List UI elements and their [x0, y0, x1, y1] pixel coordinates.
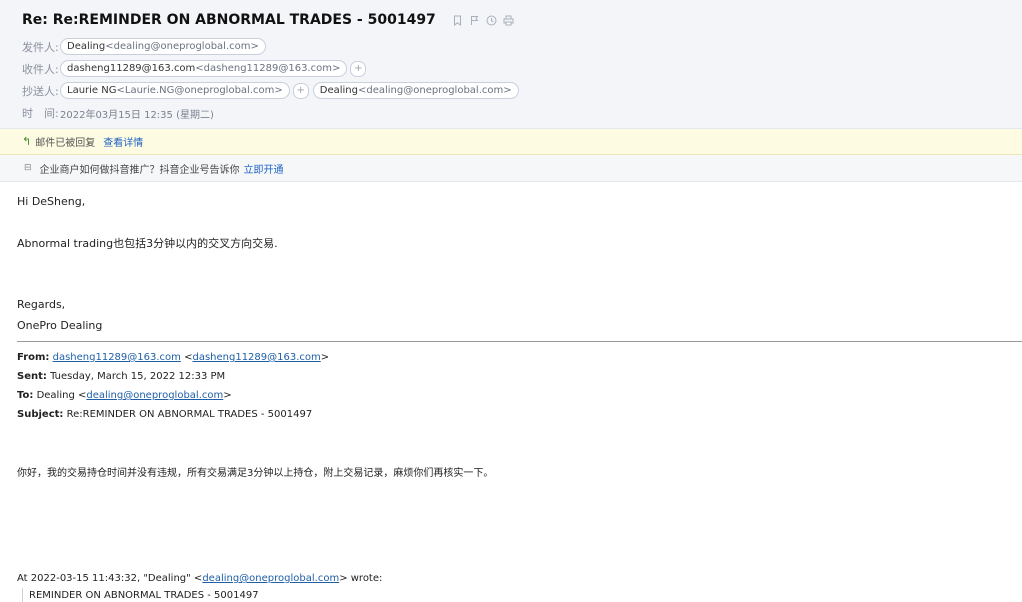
quoted-to: To: Dealing <dealing@oneproglobal.com>: [17, 390, 232, 401]
wrote-email-link[interactable]: dealing@oneproglobal.com: [202, 573, 339, 584]
to-row: 收件人: dasheng11289@163.com <dasheng11289@1…: [22, 60, 370, 77]
add-cc-button[interactable]: +: [292, 82, 309, 99]
mail-header: Re: Re:REMINDER ON ABNORMAL TRADES - 500…: [0, 0, 1022, 129]
promo-bar: ⊟ 企业商户如何做抖音推广？抖音企业号告诉你 立即开通: [0, 155, 1022, 182]
regards: Regards,: [17, 298, 66, 311]
cc-label: 抄送人:: [22, 84, 59, 98]
quoted-message: 你好，我的交易持仓时间并没有违规，所有交易满足3分钟以上持仓，附上交易记录，麻烦…: [17, 468, 494, 479]
time-row: 时 间: 2022年03月15日 12:35 (星期二): [22, 105, 214, 121]
to-label: 收件人:: [22, 62, 59, 76]
subject-text: Re: Re:REMINDER ON ABNORMAL TRADES - 500…: [22, 12, 436, 28]
cc-row: 抄送人: Laurie NG <Laurie.NG@oneproglobal.co…: [22, 82, 522, 99]
reply-arrow-icon: ↰: [22, 135, 32, 148]
replied-notice: ↰ 邮件已被回复 查看详情: [0, 129, 1022, 155]
cc-chip-laurie[interactable]: Laurie NG <Laurie.NG@oneproglobal.com>: [60, 82, 290, 99]
recipient-chip[interactable]: dasheng11289@163.com <dasheng11289@163.co…: [60, 60, 348, 77]
from-label: 发件人:: [22, 40, 59, 54]
from-row: 发件人: Dealing <dealing@oneproglobal.com>: [22, 38, 269, 55]
promo-text: 企业商户如何做抖音推广？抖音企业号告诉你: [39, 164, 240, 176]
sent-time: 2022年03月15日 12:35 (星期二): [60, 109, 214, 121]
replied-text: 邮件已被回复: [35, 138, 96, 149]
add-recipient-button[interactable]: +: [350, 60, 367, 77]
quote-separator: [17, 341, 1022, 342]
quoted-from-email-link[interactable]: dasheng11289@163.com: [192, 352, 320, 363]
quoted-from-link[interactable]: dasheng11289@163.com: [53, 352, 181, 363]
subject-actions: [452, 15, 514, 26]
sender-chip[interactable]: Dealing <dealing@oneproglobal.com>: [60, 38, 266, 55]
body-line: Abnormal trading也包括3分钟以内的交叉方向交易.: [17, 237, 278, 250]
quoted-wrote-line: At 2022-03-15 11:43:32, "Dealing" <deali…: [17, 573, 383, 584]
view-details-link[interactable]: 查看详情: [103, 134, 143, 149]
print-icon[interactable]: [503, 15, 514, 26]
promo-link[interactable]: 立即开通: [244, 161, 284, 176]
quoted-reminder-title: REMINDER ON ABNORMAL TRADES - 5001497: [29, 590, 259, 601]
greeting: Hi DeSheng,: [17, 195, 86, 208]
megaphone-icon: ⊟: [24, 163, 32, 173]
cc-chip-dealing[interactable]: Dealing <dealing@oneproglobal.com>: [312, 82, 519, 99]
quoted-from: From: dasheng11289@163.com <dasheng11289…: [17, 352, 330, 363]
flag-icon[interactable]: [469, 15, 480, 26]
mail-subject: Re: Re:REMINDER ON ABNORMAL TRADES - 500…: [22, 12, 514, 28]
clock-icon[interactable]: [486, 15, 497, 26]
quoted-to-link[interactable]: dealing@oneproglobal.com: [86, 390, 223, 401]
quoted-subject: Subject: Re:REMINDER ON ABNORMAL TRADES …: [17, 409, 313, 420]
quoted-sent: Sent: Tuesday, March 15, 2022 12:33 PM: [17, 371, 226, 382]
signature: OnePro Dealing: [17, 319, 103, 332]
bookmark-icon[interactable]: [452, 15, 463, 26]
time-label: 时 间:: [22, 107, 59, 120]
